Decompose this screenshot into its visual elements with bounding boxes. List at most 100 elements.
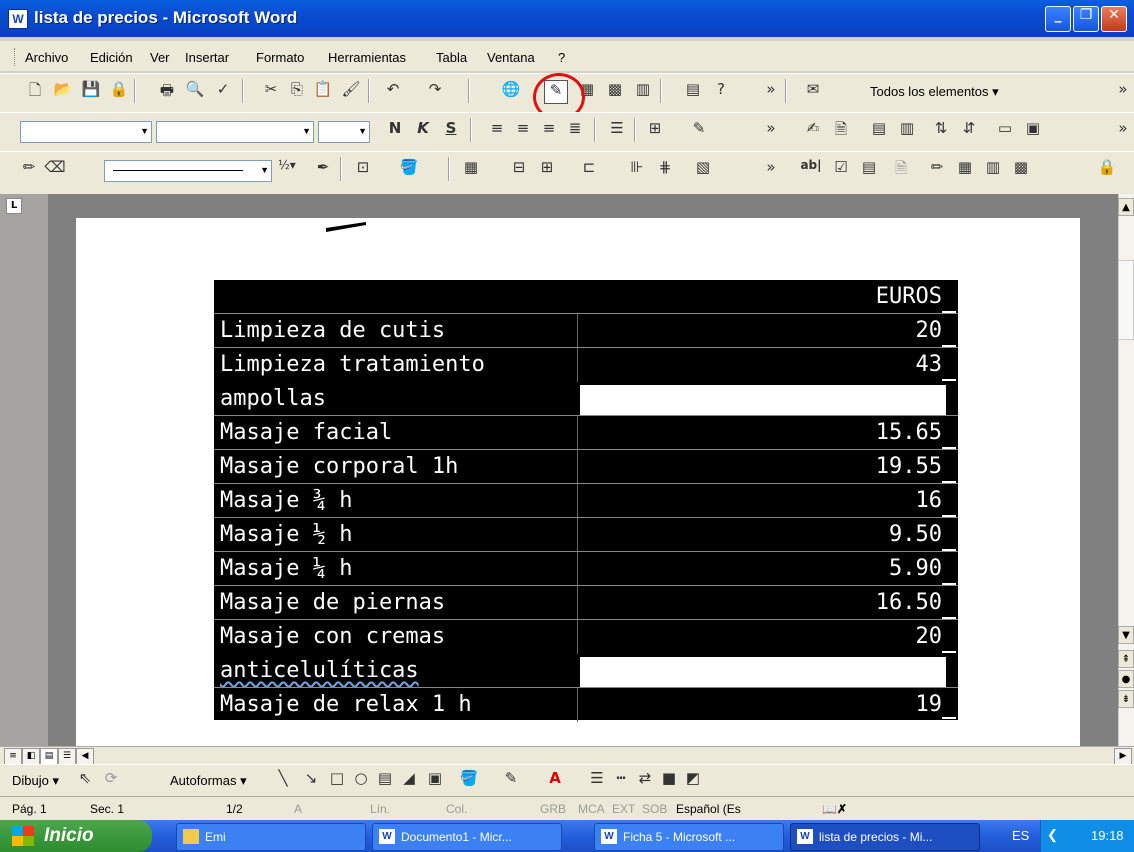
status-sob[interactable]: SOB — [642, 802, 667, 816]
copy-icon[interactable]: ⎘ — [286, 80, 308, 102]
format-painter-icon[interactable]: 🖌 — [340, 80, 362, 102]
close-button[interactable]: ✕ — [1101, 6, 1127, 32]
print-icon[interactable]: 🖶 — [156, 80, 178, 102]
word-doc-icon[interactable]: W — [8, 9, 28, 29]
borders-icon[interactable]: ⊞ — [644, 119, 666, 141]
menu-archivo[interactable]: Archivo — [25, 50, 68, 65]
distribute-rows-icon[interactable]: ⊪ — [626, 158, 648, 180]
insert-rows-icon[interactable]: ▤ — [868, 119, 890, 141]
line-weight-combo[interactable]: ½▾ — [276, 158, 298, 180]
menu-help[interactable]: ? — [558, 50, 565, 65]
insert-columns-icon[interactable]: ▥ — [896, 119, 918, 141]
checkbox-field-icon[interactable]: ☑ — [830, 158, 852, 180]
scroll-up-icon[interactable]: ▲ — [1118, 198, 1134, 216]
new-document-icon[interactable]: 🗋 — [24, 80, 46, 102]
line-style-icon[interactable]: ☰ — [586, 769, 608, 791]
text-field-icon[interactable]: ab| — [800, 158, 822, 180]
menu-ventana[interactable]: Ventana — [487, 50, 535, 65]
shading-color-icon[interactable]: 🪣 — [398, 158, 420, 180]
clock[interactable]: 19:18 — [1091, 828, 1124, 843]
distribute-columns-icon[interactable]: ⋕ — [654, 158, 676, 180]
wordart-icon[interactable]: ◢ — [398, 769, 420, 791]
split-cells-icon[interactable]: ⊞ — [536, 158, 558, 180]
menu-ver[interactable]: Ver — [150, 50, 170, 65]
toolbar-grip[interactable] — [14, 48, 18, 66]
menu-edicion[interactable]: Edición — [90, 50, 133, 65]
scroll-right-icon[interactable]: ▶ — [1114, 748, 1132, 765]
undo-icon[interactable]: ↶ — [382, 80, 404, 102]
table-grid-icon[interactable]: ▦ — [954, 158, 976, 180]
table-row[interactable]: anticelulíticas — [214, 654, 958, 688]
arrow-icon[interactable]: ↘ — [300, 769, 322, 791]
font-combo[interactable]: ▼ — [156, 121, 314, 143]
table-row[interactable]: ampollas — [214, 382, 958, 416]
table-row[interactable]: Masaje de relax 1 h 19 — [214, 688, 958, 722]
bullets-icon[interactable]: ☰ — [606, 119, 628, 141]
sort-desc-icon[interactable]: ⇵ — [958, 119, 980, 141]
empty-price-cell[interactable] — [579, 656, 947, 688]
task-ficha5[interactable]: W Ficha 5 - Microsoft ... — [594, 823, 784, 851]
font-color-icon[interactable]: A — [544, 769, 566, 791]
textbox-icon[interactable]: ▤ — [374, 769, 396, 791]
justify-icon[interactable]: ≣ — [564, 119, 586, 141]
rotate-icon[interactable]: ⟳ — [100, 769, 122, 791]
status-mca[interactable]: MCA — [578, 802, 605, 816]
cut-icon[interactable]: ✂ — [260, 80, 282, 102]
clipart-icon[interactable]: ▣ — [424, 769, 446, 791]
line-style-combo[interactable]: ▼ — [104, 160, 272, 182]
select-pointer-icon[interactable]: ⇖ — [74, 769, 96, 791]
autoshapes-menu[interactable]: Autoformas ▾ — [170, 773, 247, 789]
overflow-chevron-icon[interactable]: » — [760, 119, 782, 141]
table-header-row[interactable]: EUROS — [214, 280, 958, 314]
hyperlink-icon[interactable]: 🌐 — [500, 80, 522, 102]
table-row[interactable]: Masaje corporal 1h 19.55 — [214, 450, 958, 484]
outside-border-icon[interactable]: ⊡ — [352, 158, 374, 180]
columns-icon[interactable]: ▥ — [632, 80, 654, 102]
empty-price-cell[interactable] — [579, 384, 947, 416]
overflow-chevron-icon[interactable]: » — [760, 158, 782, 180]
highlight-icon[interactable]: ✎ — [688, 119, 710, 141]
dropdown-field-icon[interactable]: ▤ — [858, 158, 880, 180]
tab-selector[interactable]: L — [6, 198, 22, 214]
draw-menu[interactable]: Dibujo ▾ — [12, 773, 59, 789]
status-grb[interactable]: GRB — [540, 802, 566, 816]
outline-view-icon[interactable]: ☰ — [58, 748, 76, 765]
scroll-thumb[interactable] — [1118, 260, 1134, 340]
insert-table-icon[interactable]: ▦ — [460, 158, 482, 180]
table-row[interactable]: Limpieza de cutis 20 — [214, 314, 958, 348]
restore-button[interactable]: ❐ — [1073, 6, 1099, 32]
rectangle-icon[interactable]: □ — [326, 769, 348, 791]
browse-object-icon[interactable]: ● — [1118, 670, 1134, 688]
tray-arrow-icon[interactable]: ❮ — [1047, 827, 1058, 843]
protect-form-icon[interactable]: 🔒 — [1096, 158, 1118, 180]
eraser-icon[interactable]: ⌫ — [44, 158, 66, 180]
align-right-icon[interactable]: ≡ — [538, 119, 560, 141]
overflow-chevron-icon[interactable]: » — [1112, 80, 1134, 102]
bold-button[interactable]: N — [384, 119, 406, 141]
draw-table-icon[interactable]: ✏ — [926, 158, 948, 180]
align-left-icon[interactable]: ≡ — [486, 119, 508, 141]
merge-cells-icon[interactable]: ⊟ — [508, 158, 530, 180]
next-page-icon[interactable]: ⇟ — [1118, 690, 1134, 708]
table-row[interactable]: Masaje ½ h 9.50 — [214, 518, 958, 552]
web-view-icon[interactable]: ◧ — [22, 748, 40, 765]
menu-insertar[interactable]: Insertar — [185, 50, 229, 65]
paste-icon[interactable]: 📋 — [312, 80, 334, 102]
italic-button[interactable]: K — [412, 119, 434, 141]
open-folder-icon[interactable]: 📂 — [52, 80, 74, 102]
drawing-icon[interactable]: ▤ — [682, 80, 704, 102]
align-center-icon[interactable]: ≡ — [512, 119, 534, 141]
border-color-icon[interactable]: ✒ — [312, 158, 334, 180]
task-emi[interactable]: Emi — [176, 823, 366, 851]
spelling-status-icon[interactable]: 📖✗ — [822, 802, 847, 816]
table-row[interactable]: Masaje ¾ h 16 — [214, 484, 958, 518]
arrow-style-icon[interactable]: ⇄ — [634, 769, 656, 791]
pencil-icon[interactable]: ✏ — [18, 158, 40, 180]
help-icon[interactable]: ? — [710, 80, 732, 102]
overflow-chevron-icon[interactable]: » — [760, 80, 782, 102]
field-shading-icon[interactable]: ▣ — [1022, 119, 1044, 141]
print-view-icon[interactable]: ▤ — [40, 748, 58, 765]
3d-icon[interactable]: ◩ — [682, 769, 704, 791]
status-language[interactable]: Español (Es — [676, 802, 741, 816]
font-size-combo[interactable]: ▼ — [318, 121, 370, 143]
